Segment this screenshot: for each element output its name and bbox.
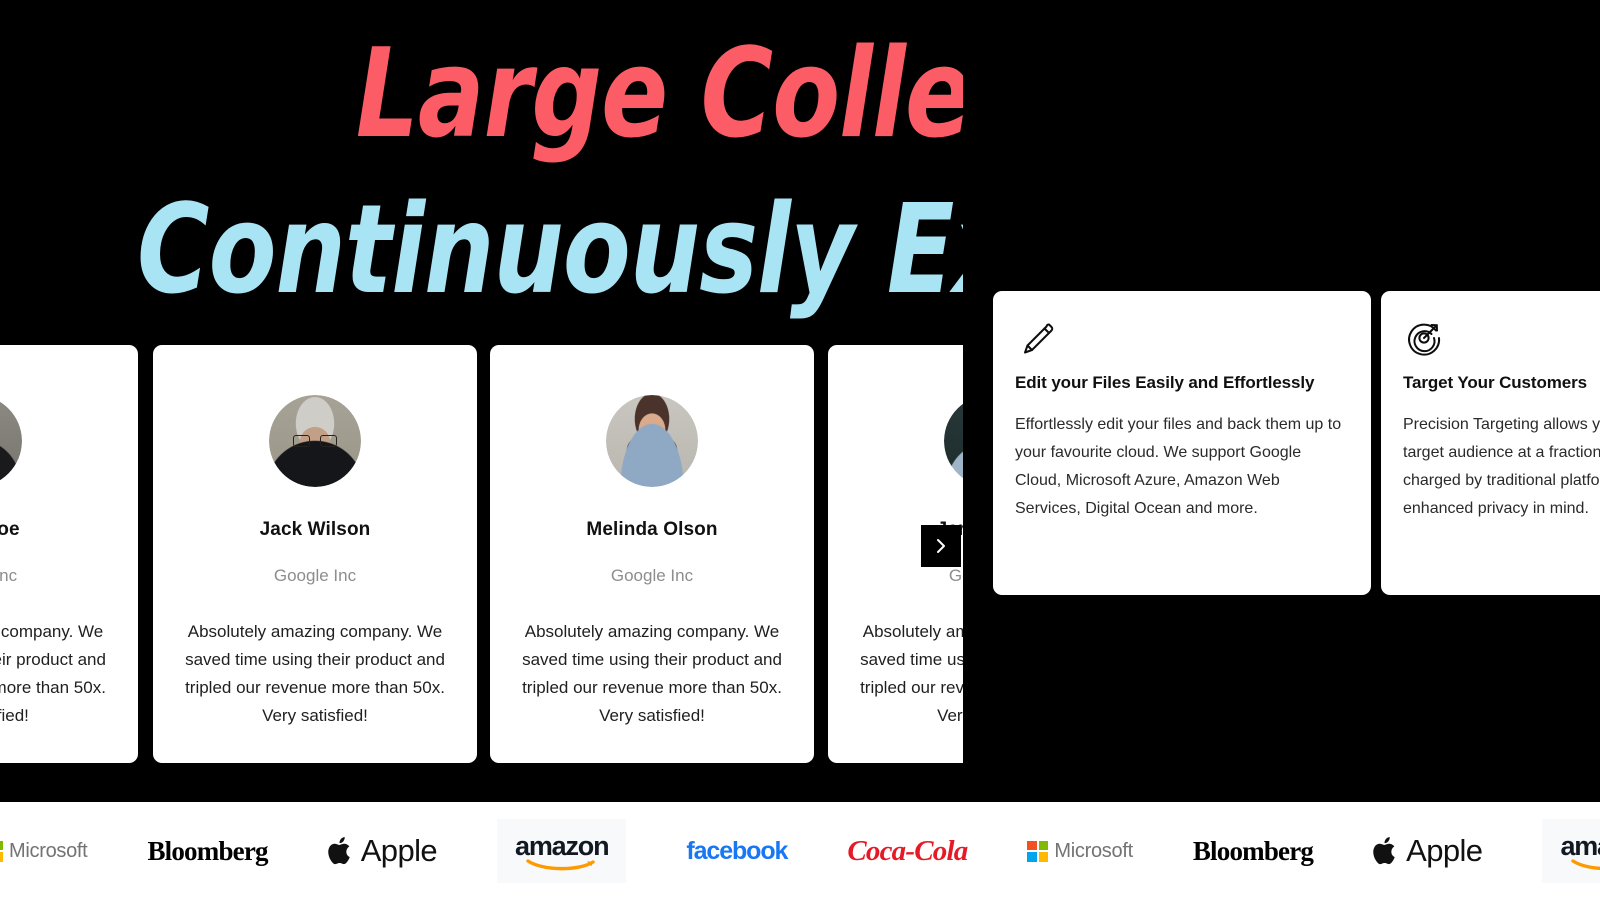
feature-body: Effortlessly edit your files and back th…: [1015, 416, 1342, 517]
microsoft-squares-icon: [0, 840, 3, 862]
pencil-icon: [1015, 317, 1057, 359]
brand-logo-label: Apple: [1406, 833, 1483, 868]
testimonial-name: Melinda Olson: [586, 519, 718, 540]
brand-logo-facebook[interactable]: facebook: [656, 820, 817, 882]
testimonial-company: Google Inc: [273, 566, 357, 585]
testimonial-quote: Absolutely amazing company. We saved tim…: [185, 622, 445, 725]
brand-logo-label: Coca-Cola: [847, 834, 968, 867]
avatar: [0, 395, 22, 487]
brand-logo-amazon[interactable]: amazon: [467, 819, 656, 883]
brand-logo-label: Apple: [360, 833, 438, 868]
brand-logo-bloomberg[interactable]: Bloomberg: [117, 820, 297, 882]
brand-logo-microsoft[interactable]: Microsoft: [0, 820, 117, 882]
feature-card[interactable]: Target Your Customers Precision Targetin…: [1381, 291, 1600, 595]
testimonial-quote: Absolutely amazing company. We saved tim…: [522, 622, 782, 725]
amazon-smile-icon: [525, 857, 599, 871]
apple-icon: [1373, 835, 1399, 867]
testimonial-card[interactable]: Jack Wilson Google Inc Absolutely amazin…: [153, 345, 477, 763]
testimonial-name: Jack Wilson: [259, 519, 371, 540]
testimonial-quote: Absolutely amazing company. We saved tim…: [0, 622, 106, 725]
brand-logo-label: Bloomberg: [147, 835, 268, 866]
brand-logo-strip: Microsoft Bloomberg Apple amazon faceboo…: [0, 802, 1600, 900]
glasses-detail: [293, 435, 337, 447]
brand-logo-apple[interactable]: Apple: [298, 820, 467, 882]
brand-logo-label: facebook: [686, 836, 788, 865]
brand-logo-microsoft[interactable]: Microsoft: [997, 820, 1162, 882]
chevron-right-icon: [932, 537, 950, 555]
page-root: Large Collection Continuously Expanding …: [0, 0, 1600, 900]
target-arrow-icon: [1403, 317, 1445, 359]
microsoft-squares-icon: [1027, 840, 1049, 862]
brand-logo-label: amazon: [515, 831, 610, 861]
brand-logo-coca-cola[interactable]: Coca-Cola: [817, 820, 997, 882]
brand-logo-label: Microsoft: [1054, 839, 1133, 862]
testimonial-name: John Doe: [0, 519, 20, 540]
testimonial-card[interactable]: John Doe Google Inc Absolutely amazing c…: [0, 345, 138, 763]
brand-logo-label: Microsoft: [9, 839, 88, 862]
brand-logo-label: amazon: [1560, 831, 1600, 861]
feature-body: Precision Targeting allows you to reach …: [1403, 416, 1600, 517]
brand-logo-apple[interactable]: Apple: [1343, 820, 1512, 882]
testimonial-card[interactable]: Melinda Olson Google Inc Absolutely amaz…: [490, 345, 814, 763]
brand-logo-amazon[interactable]: amazon: [1512, 819, 1600, 883]
feature-title: Target Your Customers: [1403, 373, 1587, 392]
testimonial-company: Google Inc: [0, 566, 18, 585]
feature-title: Edit your Files Easily and Effortlessly: [1015, 373, 1315, 392]
avatar: [606, 395, 698, 487]
brand-logo-track: Microsoft Bloomberg Apple amazon faceboo…: [0, 819, 1600, 883]
carousel-next-button[interactable]: [921, 525, 961, 567]
amazon-smile-icon: [1570, 857, 1600, 871]
feature-card-group: Edit your Files Easily and Effortlessly …: [993, 291, 1600, 595]
brand-logo-label: Bloomberg: [1192, 835, 1314, 866]
avatar: [269, 395, 361, 487]
feature-card[interactable]: Edit your Files Easily and Effortlessly …: [993, 291, 1371, 595]
testimonial-company: Google Inc: [610, 566, 694, 585]
brand-logo-bloomberg[interactable]: Bloomberg: [1163, 820, 1343, 882]
apple-icon: [327, 835, 354, 867]
